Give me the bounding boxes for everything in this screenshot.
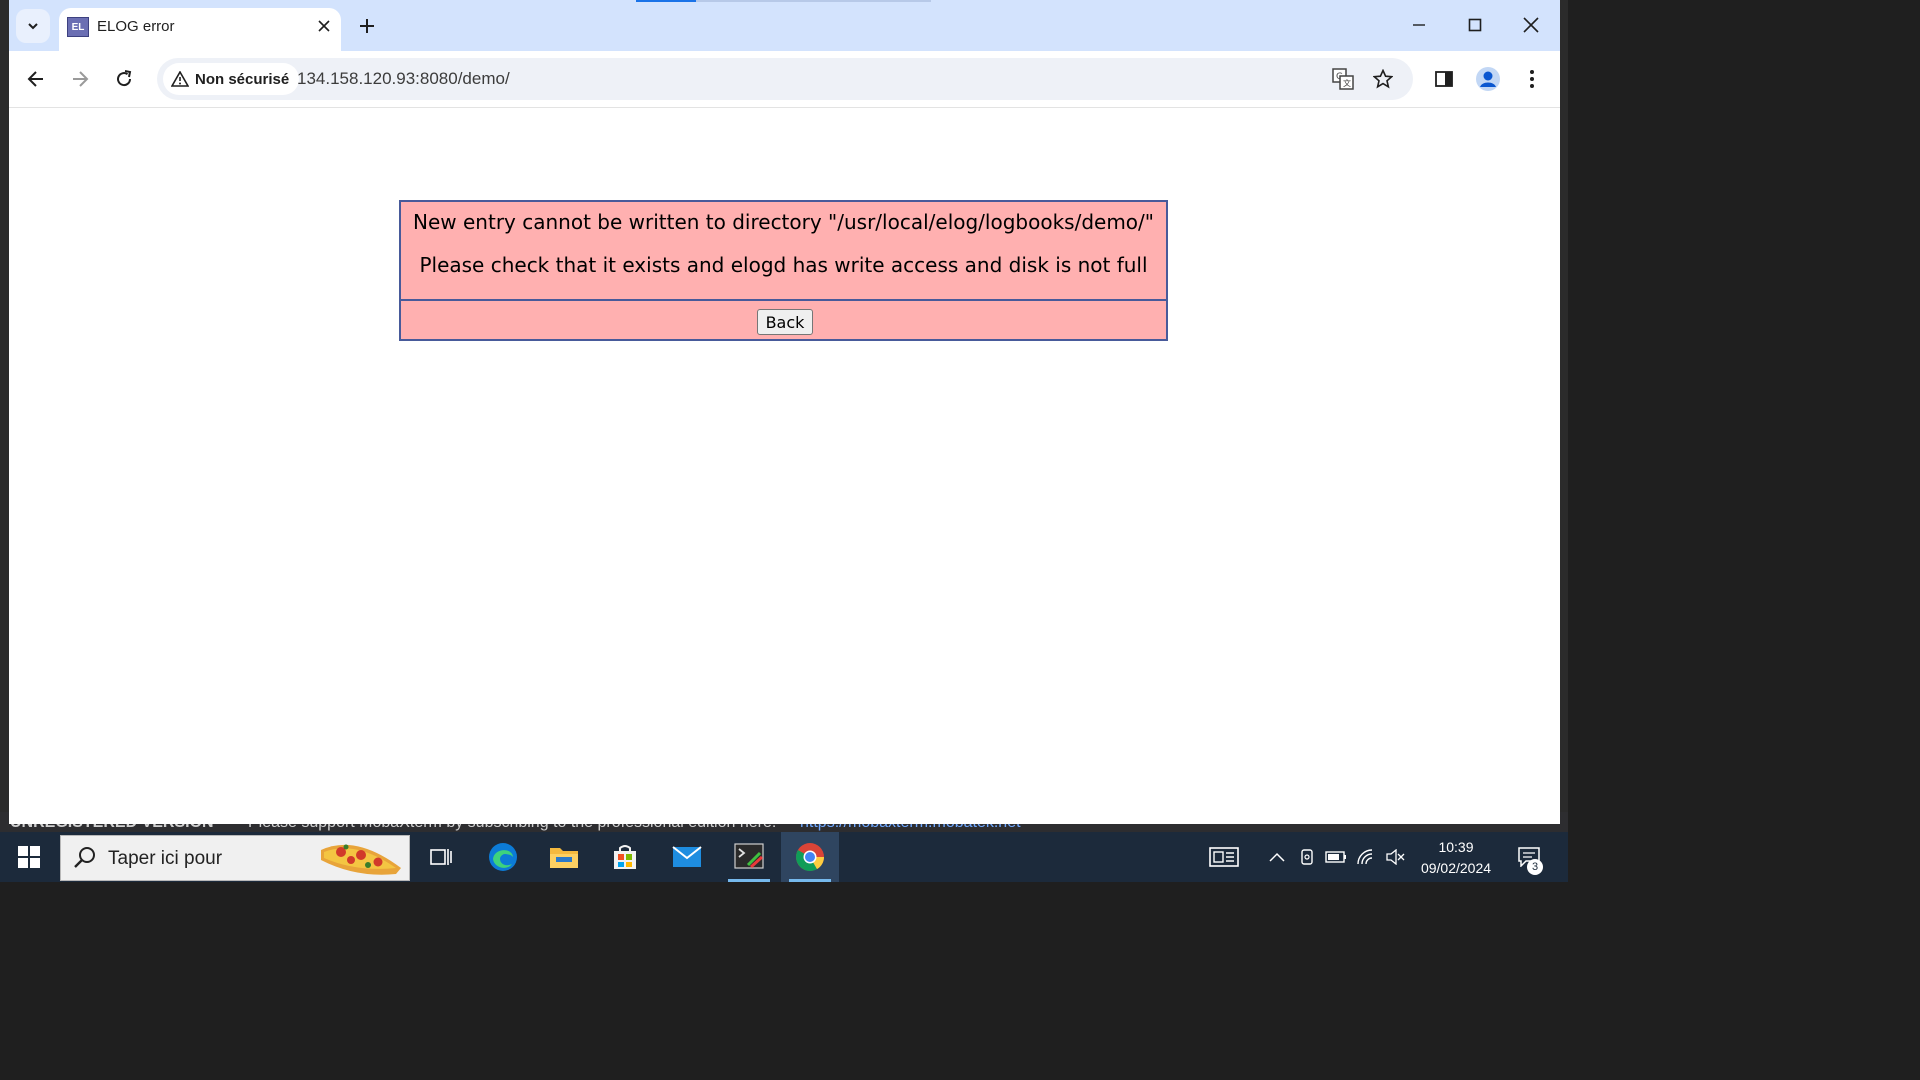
notification-count-badge: 3 [1527, 859, 1543, 875]
mobaxterm-button[interactable] [720, 832, 778, 882]
folder-icon [550, 848, 578, 868]
tray-device-button[interactable] [1296, 846, 1318, 868]
chevron-down-icon [28, 23, 38, 30]
arrow-left-icon [27, 71, 43, 87]
error-line-hint: Please check that it exists and elogd ha… [419, 253, 1148, 277]
search-icon [74, 847, 95, 868]
background-window-edge-right [1560, 0, 1568, 830]
svg-text:文: 文 [1343, 78, 1351, 88]
reload-button[interactable] [108, 63, 140, 95]
tab-close-button[interactable] [313, 15, 335, 37]
edge-icon [489, 843, 517, 871]
windows-taskbar: Taper ici pour 10:39 09/02/2024 3 [0, 832, 1568, 882]
profile-button[interactable] [1472, 63, 1504, 95]
taskbar-clock[interactable]: 10:39 09/02/2024 [1410, 837, 1502, 879]
microsoft-store-button[interactable] [596, 832, 654, 882]
browser-window: EL ELOG error Non sécurisé 134.158.120.9… [9, 0, 1560, 824]
warning-triangle-icon [171, 71, 189, 87]
edge-button[interactable] [474, 832, 532, 882]
clock-time: 10:39 [1438, 839, 1474, 855]
taskbar-search-box[interactable]: Taper ici pour [60, 835, 410, 881]
url-text[interactable]: 134.158.120.93:8080/demo/ [297, 69, 510, 89]
terminal-icon [734, 843, 764, 869]
forward-nav-button[interactable] [64, 63, 96, 95]
device-icon [1301, 849, 1313, 865]
reload-icon [117, 70, 132, 87]
security-label: Non sécurisé [195, 70, 290, 88]
close-icon [318, 20, 330, 32]
tab-search-button[interactable] [16, 9, 50, 43]
back-nav-button[interactable] [20, 63, 52, 95]
windows-logo-icon [18, 846, 40, 868]
battery-icon [1325, 851, 1346, 863]
plus-icon [360, 19, 374, 33]
volume-muted-icon [1386, 849, 1405, 865]
close-icon [1523, 17, 1539, 33]
volume-button[interactable] [1384, 846, 1406, 868]
mail-icon [672, 846, 702, 867]
mail-button[interactable] [658, 832, 716, 882]
elog-favicon-icon: EL [67, 17, 89, 37]
loading-indicator [636, 0, 696, 2]
side-panel-icon [1435, 71, 1453, 87]
translate-button[interactable]: G文 [1327, 63, 1359, 95]
avatar-icon [1476, 67, 1500, 91]
chevron-up-icon [1269, 852, 1285, 862]
kebab-menu-icon [1530, 70, 1534, 88]
security-chip[interactable]: Non sécurisé [163, 63, 300, 95]
file-explorer-button[interactable] [535, 832, 593, 882]
background-window-edge-left [0, 0, 9, 830]
error-box: New entry cannot be written to directory… [399, 200, 1168, 341]
address-bar[interactable]: Non sécurisé 134.158.120.93:8080/demo/ G… [157, 58, 1413, 100]
news-icon [1209, 847, 1239, 867]
error-line-directory: New entry cannot be written to directory… [413, 210, 1154, 234]
side-panel-button[interactable] [1428, 63, 1460, 95]
clock-date: 09/02/2024 [1420, 860, 1492, 876]
minimize-icon [1413, 24, 1425, 26]
task-view-button[interactable] [412, 832, 470, 882]
browser-toolbar: Non sécurisé 134.158.120.93:8080/demo/ G… [9, 51, 1560, 108]
task-view-icon [430, 849, 452, 865]
browser-titlebar: EL ELOG error [9, 0, 1560, 51]
tab-title: ELOG error [97, 18, 175, 35]
battery-button[interactable] [1325, 846, 1347, 868]
pizza-icon [321, 844, 401, 875]
tab-elog-error[interactable]: EL ELOG error [59, 8, 341, 51]
running-indicator [728, 879, 770, 882]
star-icon [1373, 69, 1393, 89]
wifi-icon [1357, 849, 1373, 865]
show-hidden-icons-button[interactable] [1266, 846, 1288, 868]
new-tab-button[interactable] [354, 13, 380, 39]
news-widget-button[interactable] [1208, 846, 1240, 868]
translate-icon: G文 [1332, 68, 1354, 90]
error-message: New entry cannot be written to directory… [401, 202, 1166, 301]
menu-button[interactable] [1516, 63, 1548, 95]
page-content: New entry cannot be written to directory… [9, 108, 1560, 824]
loading-indicator-track [696, 0, 931, 2]
back-button[interactable]: Back [757, 309, 813, 335]
minimize-button[interactable] [1399, 8, 1439, 42]
running-indicator [789, 879, 831, 882]
arrow-right-icon [73, 71, 89, 87]
start-button[interactable] [0, 832, 58, 882]
search-placeholder: Taper ici pour [108, 848, 223, 869]
bookmark-button[interactable] [1367, 63, 1399, 95]
close-window-button[interactable] [1511, 8, 1551, 42]
chrome-icon [796, 843, 824, 871]
maximize-button[interactable] [1455, 8, 1495, 42]
maximize-icon [1468, 18, 1482, 32]
chrome-button[interactable] [781, 832, 839, 882]
store-icon [614, 845, 636, 869]
network-button[interactable] [1355, 846, 1377, 868]
